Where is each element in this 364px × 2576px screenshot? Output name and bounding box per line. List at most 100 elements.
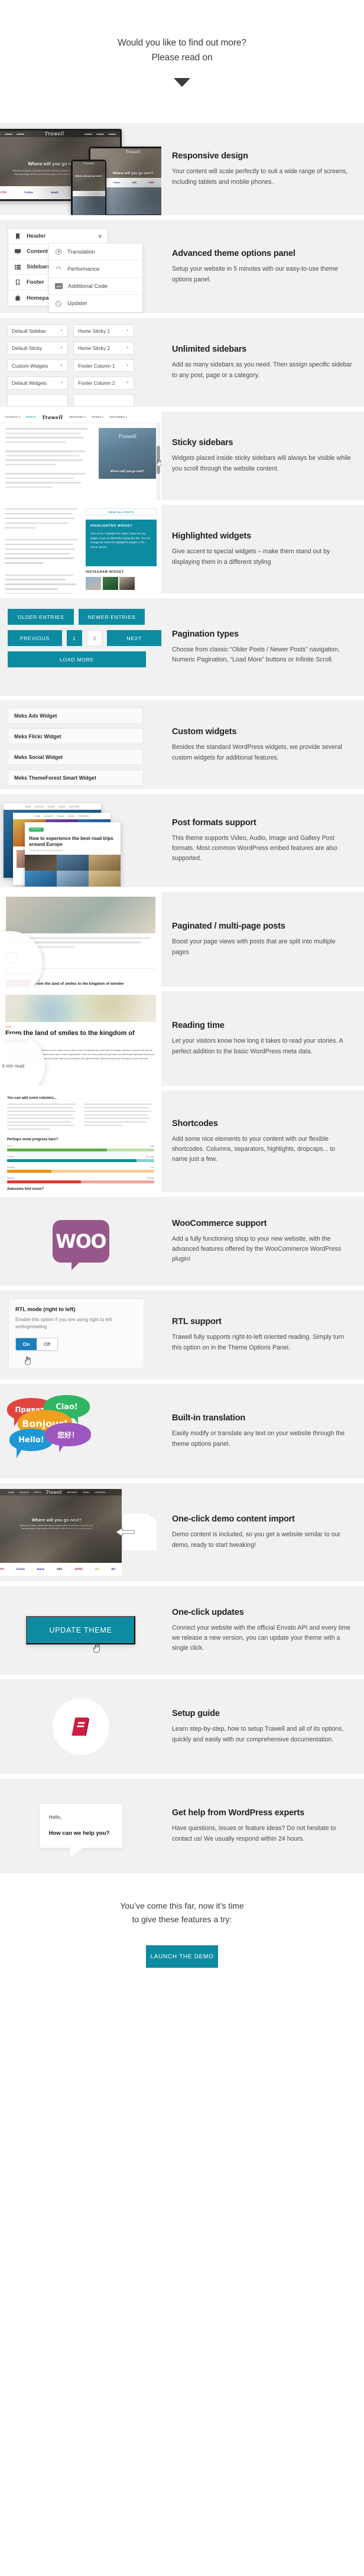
feature-visual: You can add some columns... Perhaps some…	[0, 1091, 161, 1192]
post-category: ASIA	[5, 1026, 12, 1028]
clock-icon	[56, 300, 61, 307]
nav-item-active[interactable]: POSTS	[27, 416, 36, 418]
progress-value: High	[150, 1145, 154, 1147]
bubble-text: Ciao!	[56, 1402, 78, 1412]
widget-list-item[interactable]: Meks Social Widget	[8, 749, 144, 765]
post-page-2[interactable]: 2	[20, 952, 30, 963]
sidebar-select[interactable]: Default Widgets ▼	[7, 377, 68, 390]
rtl-option-title: RTL mode (right to left)	[15, 1306, 76, 1312]
rtl-toggle-on[interactable]: On	[16, 1338, 37, 1350]
intro-line-2: Please read on	[151, 52, 213, 63]
submenu-item-performance[interactable]: Performance	[49, 261, 142, 278]
feature-description: Trawell fully supports right-to-left ori…	[172, 1334, 344, 1351]
feature-title: Get help from WordPress experts	[172, 1808, 304, 1818]
phone-mockup: Trawell Where will you go next?	[71, 160, 106, 215]
feature-title: One-click updates	[172, 1607, 244, 1617]
gallery-grid	[25, 855, 121, 887]
sidebar-select[interactable]: Custom Widgets ▼	[7, 359, 68, 372]
sidebar-select[interactable]: Footer Column 1 ▼	[73, 359, 134, 372]
load-more-button[interactable]: LOAD MORE	[8, 651, 146, 667]
outro-line-2: to give these features a try:	[132, 1914, 232, 1924]
bubble-text: 您好！	[57, 1430, 79, 1439]
feature-title: Setup guide	[172, 1709, 220, 1719]
progress-value: Average	[147, 1177, 154, 1179]
feature-highlighted-widgets: VIEW ALL POSTS HIGHLIGHTED WIDGET Turn o…	[0, 505, 364, 593]
submenu-item-updater[interactable]: Updater	[49, 295, 142, 312]
sidebar-select-label: Home Sticky 1	[78, 327, 110, 334]
book-icon	[71, 1717, 89, 1737]
nav-item[interactable]: PAGES ▾	[92, 416, 103, 418]
sidebar-select-label: Default Sidebar	[12, 327, 46, 334]
progress-value: Low	[150, 1166, 154, 1169]
sidebar-select-label: Home Sticky 2	[78, 345, 110, 352]
outro-line-1: You’ve come this far, now it’s time	[120, 1901, 244, 1910]
feature-title: Built-in translation	[172, 1413, 246, 1423]
sidebar-select[interactable]: Home Sticky 1 ▼	[73, 325, 134, 338]
newer-entries-button[interactable]: NEWER ENTRIES	[79, 609, 145, 625]
sidebar-select[interactable]: Default Sticky ▼	[7, 342, 68, 355]
menu-item-label: Sidebars	[27, 264, 51, 270]
next-button[interactable]: NEXT	[107, 630, 161, 646]
progress-label: Optimist	[7, 1177, 15, 1179]
feature-title: Reading time	[172, 1021, 225, 1031]
feature-one-click-updates: UPDATE THEME One-click updates Connect y…	[0, 1586, 364, 1675]
sidebar-select-partial[interactable]	[7, 394, 68, 407]
woocommerce-logo-icon: WOO	[52, 1220, 109, 1270]
feature-visual: 1 2 3 RELATED POSTS ASIA From the land o…	[0, 892, 161, 987]
feature-title: Pagination types	[172, 629, 239, 639]
older-entries-button[interactable]: OLDER ENTRIES	[8, 609, 74, 625]
widget-list-item[interactable]: Meks Ads Widget	[8, 708, 144, 724]
sidebar-select-partial[interactable]	[73, 394, 134, 407]
help-greeting: Hello,	[48, 1814, 62, 1820]
submenu-item-additional-code[interactable]: css Additional Code	[49, 278, 142, 295]
feature-description: Connect your website with the official E…	[172, 1624, 350, 1652]
nav-item[interactable]: LAYOUTS ▾	[5, 416, 21, 418]
home-icon	[15, 295, 21, 301]
submenu-item-label: Performance	[67, 265, 100, 272]
related-post-item[interactable]: ASIA From the land of smiles to the king…	[6, 979, 155, 987]
theme-options-submenu[interactable]: Translation Performance css Additional C…	[48, 243, 143, 313]
feature-title: Sticky sidebars	[172, 438, 233, 448]
page-2-button[interactable]: 2	[86, 630, 103, 646]
nav-item[interactable]: ARCHIVES ▾	[69, 416, 86, 418]
bubble-tail	[17, 1448, 22, 1458]
mock-navbar	[0, 131, 120, 137]
previous-button[interactable]: PREVIOUS	[8, 630, 62, 646]
sidebar-select[interactable]: Default Sidebar ▼	[7, 325, 68, 338]
submenu-item-translation[interactable]: Translation	[49, 244, 142, 261]
highlighted-widget: HIGHLIGHTED WIDGET Turn on the “Highligh…	[86, 520, 157, 566]
feature-description: Give accent to special widgets – make th…	[172, 548, 330, 566]
post-page-3[interactable]: 3	[33, 952, 44, 963]
page-1-button[interactable]: 1	[66, 630, 82, 646]
feature-description: Let your visitors know how long it takes…	[172, 1037, 343, 1055]
feature-title: Paginated / multi-page posts	[172, 922, 285, 932]
widget-list-item[interactable]: Meks Flickr Widget	[8, 728, 144, 744]
sidebar-select[interactable]: Home Sticky 2 ▼	[73, 342, 134, 355]
bookmark-filled-icon	[16, 233, 20, 239]
feature-visual: LAYOUTS ▾ POSTS Trawell ARCHIVES ▾ PAGES…	[0, 411, 161, 500]
feature-description: Easily modify or translate any text on y…	[172, 1430, 345, 1448]
progress-bar-row: Peaceful Low	[7, 1166, 154, 1173]
feature-visual: VIEW ALL POSTS HIGHLIGHTED WIDGET Turn o…	[0, 505, 161, 593]
post-page-1[interactable]: 1	[6, 952, 17, 963]
feature-text: Sticky sidebars Widgets placed inside st…	[161, 432, 364, 479]
feature-text: Reading time Let your visitors know how …	[161, 1014, 364, 1062]
feature-text: Highlighted widgets Give accent to speci…	[161, 525, 364, 573]
rtl-toggle-off[interactable]: Off	[37, 1338, 57, 1350]
rtl-toggle[interactable]: On Off	[15, 1337, 58, 1351]
press-logos: CNNForbeslonelyABCRIMENGBO	[0, 1563, 122, 1576]
widget-list-item[interactable]: Meks ThemeForest Smart Widget	[8, 770, 144, 786]
nav-item[interactable]: FEATURES ▾	[110, 416, 128, 418]
feature-description: Boost your page views with posts that ar…	[172, 938, 336, 956]
menu-item-header[interactable]: Header ˅	[8, 229, 108, 244]
update-theme-button[interactable]: UPDATE THEME	[26, 1616, 135, 1644]
feature-title: One-click demo content import	[172, 1514, 295, 1524]
feature-built-in-translation: Привет! Ciao! Bonjour! Hello! 您好！ Built-…	[0, 1384, 364, 1478]
launch-demo-button[interactable]: LAUNCH THE DEMO	[146, 1945, 218, 1968]
feature-visual: Trawell Where will you go next? Welcome …	[0, 123, 161, 215]
sidebar-select[interactable]: Footer Column 2 ▼	[73, 377, 134, 390]
view-all-posts-button[interactable]: VIEW ALL POSTS	[86, 508, 157, 516]
feature-visual: Default Sidebar ▼ Default Sticky ▼ Custom …	[0, 318, 161, 407]
feature-description: This theme supports Video, Audio, Image …	[172, 834, 338, 862]
progress-bar-row: Optimist Average	[7, 1177, 154, 1183]
